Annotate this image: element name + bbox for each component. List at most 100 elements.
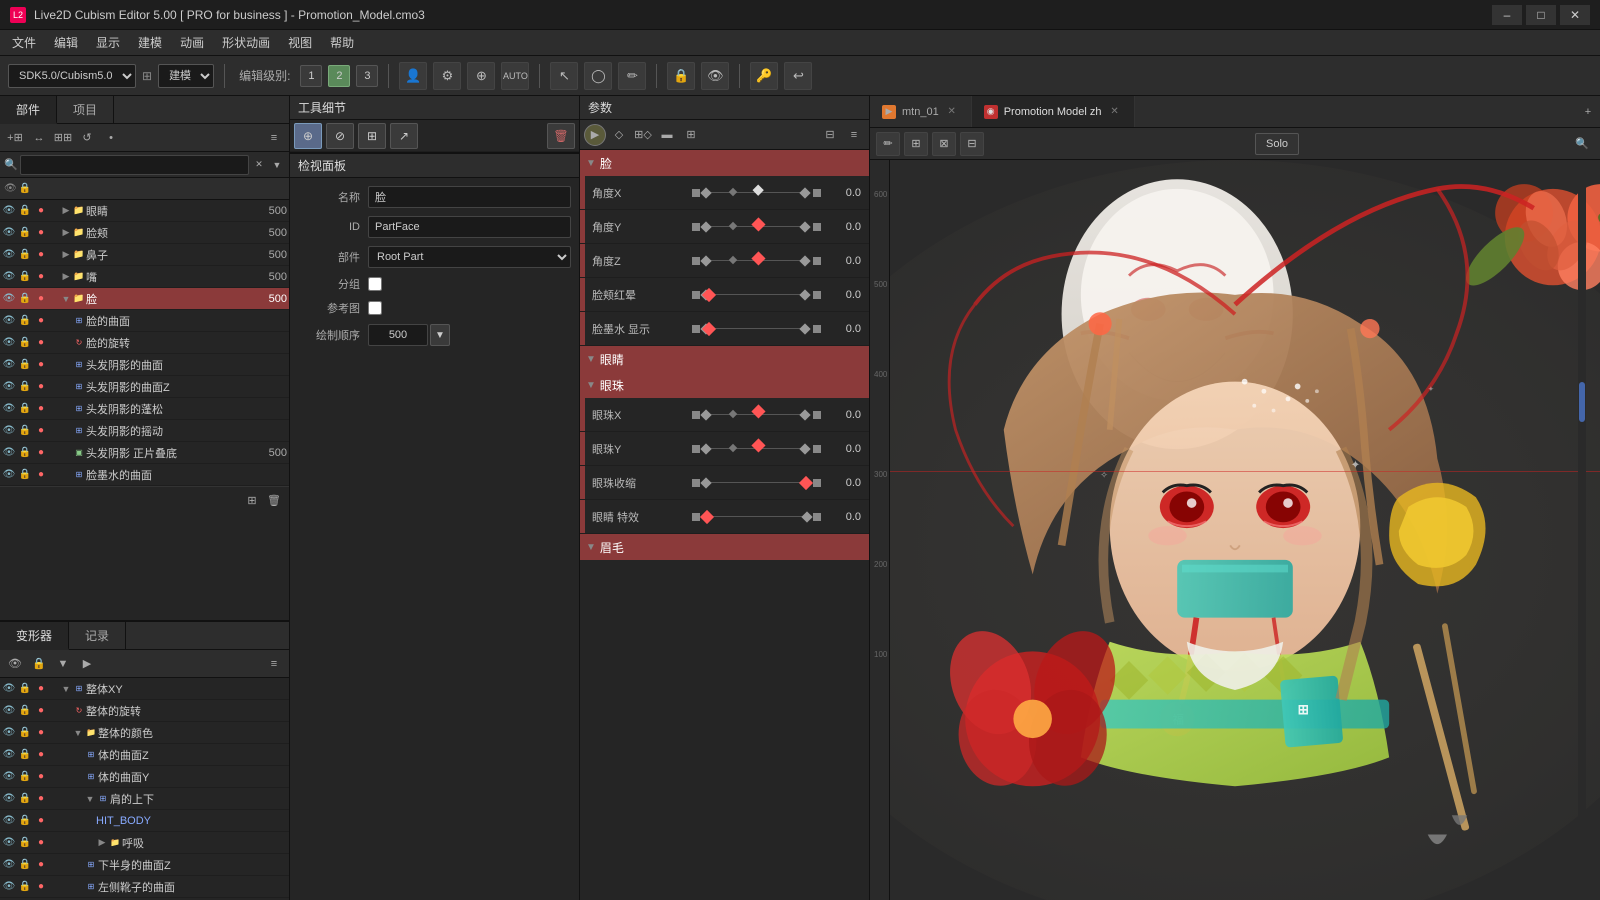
edit-level-2[interactable]: 2 — [328, 65, 350, 87]
params-layout-btn[interactable]: ⊟ — [819, 124, 841, 146]
eye-icon-h3[interactable]: 👁 — [2, 402, 16, 416]
eye-icon-mouth[interactable]: 👁 — [2, 270, 16, 284]
vtab-close-promo[interactable]: ✕ — [1108, 105, 1122, 119]
lock-icon-h1[interactable]: 🔒 — [18, 358, 32, 372]
deformer-menu-btn[interactable]: ≡ — [263, 653, 285, 675]
eye-icon-cheek[interactable]: 👁 — [2, 226, 16, 240]
vp-mesh-btn[interactable]: ⊞ — [904, 132, 928, 156]
lock-icon-h2[interactable]: 🔒 — [18, 380, 32, 394]
vscroll-thumb[interactable] — [1579, 382, 1585, 422]
parts-menu-btn[interactable]: ≡ — [263, 127, 285, 149]
tool-transform-btn[interactable]: ⊘ — [326, 123, 354, 149]
tool-mesh-btn[interactable]: ⊞ — [358, 123, 386, 149]
expand-nose[interactable]: ▶ — [60, 249, 72, 261]
params-table-btn[interactable]: ⊞ — [680, 124, 702, 146]
tool-delete-btn[interactable]: 🗑 — [547, 123, 575, 149]
lock-icon-cheek[interactable]: 🔒 — [18, 226, 32, 240]
vp-grid-btn[interactable]: ⊟ — [960, 132, 984, 156]
part-row-ink[interactable]: 👁 🔒 ● ⊞ 脸墨水的曲面 — [0, 464, 289, 486]
tab-deformer[interactable]: 变形器 — [0, 622, 69, 650]
deformer-row-color[interactable]: 👁 🔒 ● ▼ 📁 整体的颜色 — [0, 722, 289, 744]
parts-copy-btn[interactable]: ⊞⊞ — [52, 127, 74, 149]
part-row-hair5[interactable]: 👁 🔒 ● ▣ 头发阴影 正片叠底 500 — [0, 442, 289, 464]
menu-edit[interactable]: 编辑 — [46, 32, 86, 53]
part-row-face[interactable]: 👁 🔒 ● ▼ 📁 脸 500 — [0, 288, 289, 310]
vtab-mtn[interactable]: ▶ mtn_01 ✕ — [870, 96, 972, 127]
deformer-row-xy[interactable]: 👁 🔒 ● ▼ ⊞ 整体XY — [0, 678, 289, 700]
parts-search-options[interactable]: ▼ — [269, 157, 285, 173]
maximize-button[interactable]: □ — [1526, 5, 1556, 25]
field-group-checkbox[interactable] — [368, 277, 382, 291]
vertical-scrollbar[interactable] — [1578, 160, 1586, 900]
field-order-down[interactable]: ▼ — [430, 324, 450, 346]
param-track-ink[interactable] — [692, 325, 821, 333]
lock-icon-h3[interactable]: 🔒 — [18, 402, 32, 416]
viewport-add-tab[interactable]: + — [1576, 101, 1600, 123]
tab-project[interactable]: 项目 — [57, 96, 114, 123]
lock-icon-eyes[interactable]: 🔒 — [18, 204, 32, 218]
lock-icon-ls[interactable]: 🔒 — [18, 880, 32, 894]
deformer-row-bodyy[interactable]: 👁 🔒 ● ⊞ 体的曲面Y — [0, 766, 289, 788]
deformer-row-hitbody[interactable]: 👁 🔒 ● HIT_BODY — [0, 810, 289, 832]
lock-icon-h5[interactable]: 🔒 — [18, 446, 32, 460]
lock-icon-sh[interactable]: 🔒 — [18, 792, 32, 806]
icon-btn-auto[interactable]: AUTO — [501, 62, 529, 90]
parts-copy-action[interactable]: ⊞ — [241, 490, 263, 512]
param-track-angley[interactable] — [692, 223, 821, 231]
icon-btn-2[interactable]: ⚙ — [433, 62, 461, 90]
deformer-expand-btn[interactable]: ▼ — [52, 653, 74, 675]
eye-icon-color[interactable]: 👁 — [2, 726, 16, 740]
param-track-pupilx[interactable] — [692, 411, 821, 419]
lock-icon-bz[interactable]: 🔒 — [18, 748, 32, 762]
edit-level-1[interactable]: 1 — [300, 65, 322, 87]
expand-mouth[interactable]: ▶ — [60, 271, 72, 283]
expand-face[interactable]: ▼ — [60, 293, 72, 305]
lock-icon-xy[interactable]: 🔒 — [18, 682, 32, 696]
deformer-row-lshoe[interactable]: 👁 🔒 ● ⊞ 左侧靴子的曲面 — [0, 876, 289, 898]
parts-delete-action[interactable]: 🗑 — [263, 490, 285, 512]
deformer-right-btn[interactable]: ▶ — [76, 653, 98, 675]
lock-icon-rot[interactable]: 🔒 — [18, 704, 32, 718]
lock-icon-nose[interactable]: 🔒 — [18, 248, 32, 262]
lock-icon-lb[interactable]: 🔒 — [18, 858, 32, 872]
eye-icon-h1[interactable]: 👁 — [2, 358, 16, 372]
params-play-btn[interactable]: ▶ — [584, 124, 606, 146]
part-row-mouth[interactable]: 👁 🔒 ● ▶ 📁 嘴 500 — [0, 266, 289, 288]
param-track-anglez[interactable] — [692, 257, 821, 265]
deformer-row-shoulder[interactable]: 👁 🔒 ● ▼ ⊞ 肩的上下 — [0, 788, 289, 810]
expand-cheek[interactable]: ▶ — [60, 227, 72, 239]
eye-icon-ls[interactable]: 👁 — [2, 880, 16, 894]
icon-btn-3[interactable]: ⊕ — [467, 62, 495, 90]
param-track-blush[interactable] — [692, 291, 821, 299]
param-track-pupily[interactable] — [692, 445, 821, 453]
eye-icon-nose[interactable]: 👁 — [2, 248, 16, 262]
edit-level-3[interactable]: 3 — [356, 65, 378, 87]
params-menu-btn[interactable]: ≡ — [843, 124, 865, 146]
field-order-input[interactable] — [368, 324, 428, 346]
part-row-hair3[interactable]: 👁 🔒 ● ⊞ 头发阴影的蓬松 — [0, 398, 289, 420]
icon-btn-lasso[interactable]: ◯ — [584, 62, 612, 90]
eye-icon-bz[interactable]: 👁 — [2, 748, 16, 762]
field-part-select[interactable]: Root Part — [368, 246, 571, 268]
lock-icon-face[interactable]: 🔒 — [18, 292, 32, 306]
icon-btn-pen[interactable]: ✏ — [618, 62, 646, 90]
tab-parts[interactable]: 部件 — [0, 96, 57, 124]
parts-search-input[interactable] — [20, 155, 249, 175]
eye-icon-h2[interactable]: 👁 — [2, 380, 16, 394]
part-row-hair1[interactable]: 👁 🔒 ● ⊞ 头发阴影的曲面 — [0, 354, 289, 376]
deformer-lock-btn[interactable]: 🔒 — [28, 653, 50, 675]
icon-btn-cursor[interactable]: ↖ — [550, 62, 578, 90]
expand-br[interactable]: ▶ — [96, 837, 108, 849]
part-row-face-warp[interactable]: 👁 🔒 ● ⊞ 脸的曲面 — [0, 310, 289, 332]
eye-icon-h4[interactable]: 👁 — [2, 424, 16, 438]
field-ref-checkbox[interactable] — [368, 301, 382, 315]
lock-icon-br[interactable]: 🔒 — [18, 836, 32, 850]
eye-icon-by[interactable]: 👁 — [2, 770, 16, 784]
eye-icon-eyes[interactable]: 👁 — [2, 204, 16, 218]
sdk-select[interactable]: SDK5.0/Cubism5.0 — [8, 64, 136, 88]
menu-animation[interactable]: 动画 — [172, 32, 212, 53]
eye-icon-ink[interactable]: 👁 — [2, 468, 16, 482]
param-track-eye-effect[interactable] — [692, 513, 821, 521]
tab-record[interactable]: 记录 — [69, 622, 126, 649]
lock-icon-fr[interactable]: 🔒 — [18, 336, 32, 350]
